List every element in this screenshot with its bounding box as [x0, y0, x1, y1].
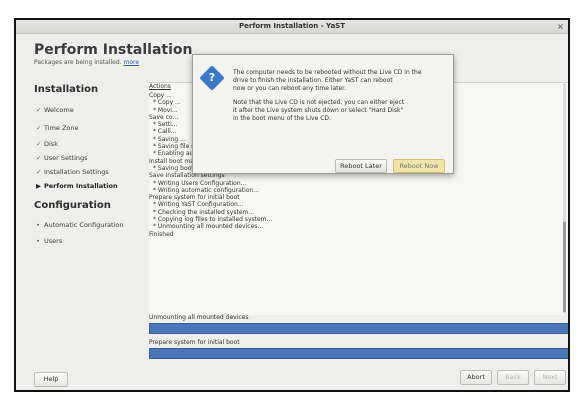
sidebar-item-welcome: ✓ Welcome [36, 106, 74, 114]
sidebar-item-label: Installation Settings [44, 168, 109, 176]
sidebar-item-time-zone: ✓ Time Zone [36, 124, 79, 132]
window-titlebar: Perform Installation - YaST × [16, 20, 568, 34]
log-line: * Writing YaST Configuration... [153, 201, 244, 209]
sidebar-item-label: Users [44, 237, 63, 245]
sidebar-item-label: Perform Installation [44, 182, 118, 190]
close-icon[interactable]: × [556, 22, 565, 31]
check-icon: ✓ [36, 168, 42, 176]
sidebar-heading-installation: Installation [34, 84, 99, 95]
dialog-paragraph-2: Note that the Live CD is not ejected, yo… [233, 99, 405, 122]
subtitle-text: Packages are being installed. [34, 59, 122, 66]
dialog-paragraph-1: The computer needs to be rebooted withou… [233, 69, 422, 92]
log-line: Prepare system for initial boot [149, 194, 240, 202]
sidebar-item-label: Welcome [44, 106, 74, 114]
page-title: Perform Installation [34, 42, 193, 58]
progress-bar [149, 348, 568, 359]
reboot-now-button[interactable]: Reboot Now [393, 159, 445, 173]
progress-label: Unmounting all mounted devices [149, 314, 249, 321]
sidebar-item-label: Automatic Configuration [44, 221, 124, 229]
page-subtitle: Packages are being installed. more [34, 59, 139, 66]
sidebar-heading-configuration: Configuration [34, 200, 111, 211]
more-link[interactable]: more [124, 59, 140, 66]
check-icon: ✓ [36, 124, 42, 132]
window-title: Perform Installation - YaST [239, 22, 345, 30]
log-line: * Writing automatic configuration... [153, 186, 260, 194]
reboot-later-button[interactable]: Reboot Later [335, 159, 387, 173]
yast-window: Perform Installation - YaST × Perform In… [14, 18, 570, 392]
log-line: * Writing Users Configuration... [153, 179, 247, 187]
bullet-icon: • [36, 237, 40, 245]
log-line: * Checking the installed system... [153, 208, 255, 216]
check-icon: ✓ [36, 154, 42, 162]
sidebar-item-perform-installation: ▶ Perform Installation [36, 182, 118, 190]
sidebar-item-label: User Settings [44, 154, 88, 162]
log-column-header: Actions [149, 83, 171, 90]
log-line: Finished [149, 230, 174, 238]
sidebar-item-users: • Users [36, 237, 62, 245]
log-line: * Copying log files to installed system.… [153, 216, 273, 224]
help-button[interactable]: Help [34, 372, 68, 387]
back-button[interactable]: Back [497, 370, 529, 385]
sidebar-item-label: Time Zone [44, 124, 79, 132]
abort-button[interactable]: Abort [460, 370, 492, 385]
sidebar-item-installation-settings: ✓ Installation Settings [36, 168, 109, 176]
log-scrollbar[interactable] [563, 82, 566, 314]
scrollbar-thumb[interactable] [563, 222, 566, 312]
log-line: * Unmounting all mounted devices... [153, 223, 264, 231]
next-button[interactable]: Next [534, 370, 566, 385]
check-icon: ✓ [36, 106, 42, 114]
arrow-right-icon: ▶ [36, 182, 41, 190]
sidebar-item-automatic-configuration: • Automatic Configuration [36, 221, 123, 229]
sidebar-item-label: Disk [44, 140, 58, 148]
reboot-dialog: ? The computer needs to be rebooted with… [192, 54, 454, 174]
bullet-icon: • [36, 221, 40, 229]
question-icon: ? [199, 65, 225, 91]
progress-label: Prepare system for initial boot [149, 339, 240, 346]
check-icon: ✓ [36, 140, 42, 148]
sidebar-item-user-settings: ✓ User Settings [36, 154, 88, 162]
progress-bar [149, 323, 568, 334]
sidebar-item-disk: ✓ Disk [36, 140, 58, 148]
